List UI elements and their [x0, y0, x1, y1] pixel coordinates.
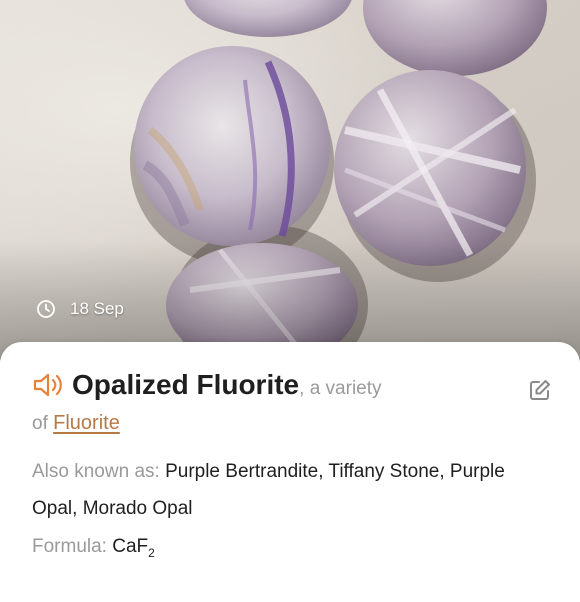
clock-icon — [36, 299, 56, 319]
aka-label: Also known as: — [32, 461, 160, 482]
speaker-icon[interactable] — [32, 371, 66, 399]
formula-label: Formula: — [32, 536, 107, 557]
parent-mineral-link[interactable]: Fluorite — [53, 412, 120, 434]
date-label: 18 Sep — [70, 299, 124, 318]
of-text: of — [32, 413, 48, 434]
formula-value: CaF2 — [112, 536, 155, 560]
mineral-name: Opalized Fluorite — [72, 369, 300, 400]
formula-base: CaF — [112, 536, 149, 557]
mineral-info-card: Opalized Fluorite, a variety of Fluorite… — [0, 342, 580, 602]
edit-icon[interactable] — [528, 378, 552, 402]
formula-subscript: 2 — [148, 545, 155, 560]
variety-text: , a variety — [299, 378, 382, 399]
also-known-as: Also known as: Purple Bertrandite, Tiffa… — [32, 453, 552, 527]
formula-row: Formula: CaF2 — [32, 536, 155, 560]
photo-date: 18 Sep — [36, 299, 124, 319]
specimen-photo[interactable]: 18 Sep — [0, 0, 580, 360]
mineral-title: Opalized Fluorite, a variety of Fluorite — [32, 368, 512, 441]
